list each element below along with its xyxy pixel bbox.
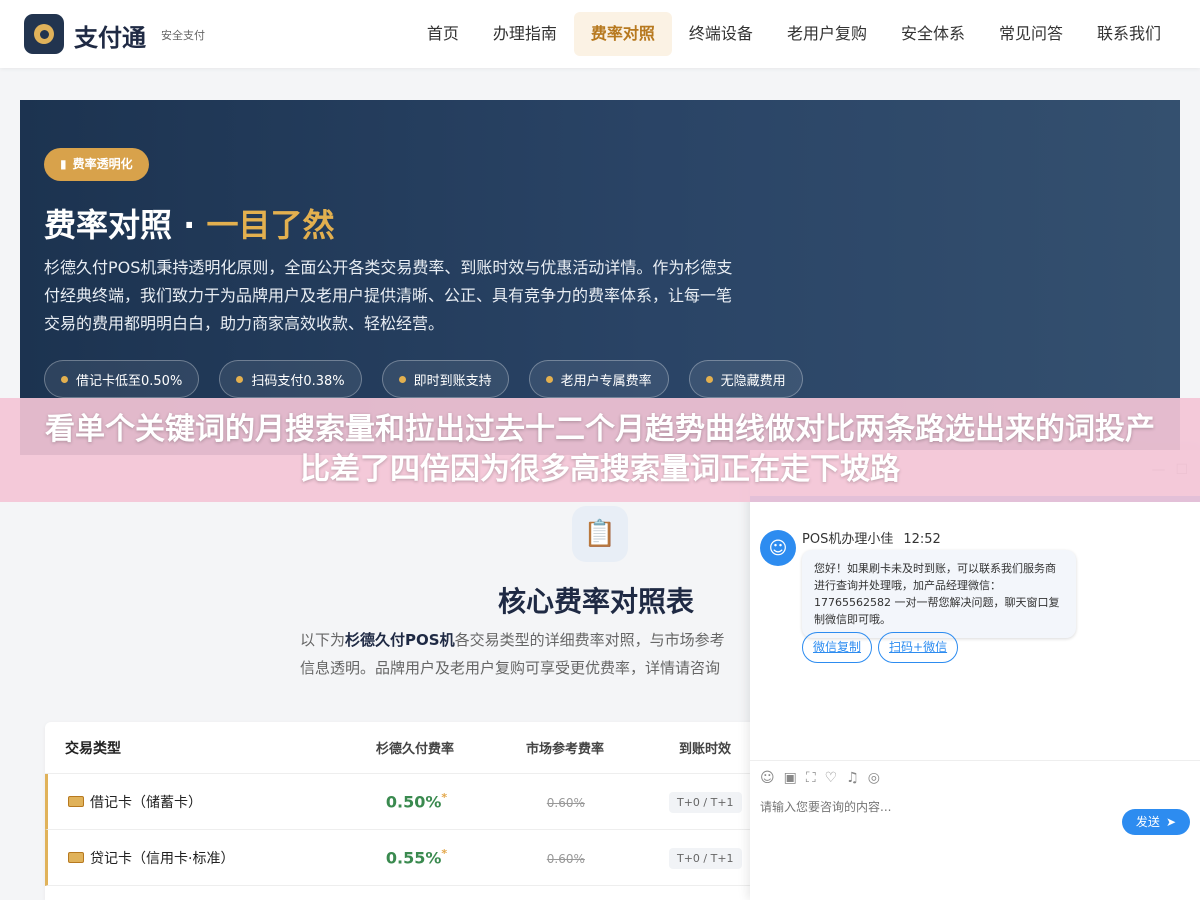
feature-pill[interactable]: 扫码支付0.38% [219, 360, 362, 398]
logo-icon[interactable] [24, 14, 64, 54]
row-settle: T+0 / T+1 [646, 791, 765, 813]
dot-icon [61, 375, 68, 383]
feature-pill[interactable]: 老用户专属费率 [528, 360, 669, 398]
row-rate: 0.50%* [347, 791, 486, 811]
pill-label: 无隐藏费用 [720, 373, 786, 389]
clipboard-icon: 📋 [572, 506, 628, 562]
main-nav: 首页 办理指南 费率对照 终端设备 老用户复购 安全体系 常见问答 联系我们 [410, 12, 1178, 56]
hero-title-accent: 一目了然 [206, 206, 335, 244]
market-value: 0.60% [546, 852, 585, 866]
row-settle: T+0 / T+1 [646, 847, 765, 869]
chat-toolbar: ☺ ▣ ⛶ ♡ ♫ ◎ [760, 770, 880, 786]
rate-table: 交易类型 杉德久付费率 市场参考费率 到账时效 借记卡（储蓄卡） 0.50%* … [45, 722, 765, 900]
dot-icon [236, 375, 244, 383]
chart-icon: ▮ [60, 157, 67, 171]
pill-label: 老用户专属费率 [560, 373, 652, 389]
image-icon[interactable]: ▣ [784, 770, 797, 786]
nav-item-home[interactable]: 首页 [410, 12, 476, 56]
hero-badge-label: 费率透明化 [72, 157, 133, 171]
feature-pill[interactable]: 即时到账支持 [381, 360, 509, 398]
settle-badge: T+0 / T+1 [668, 791, 742, 813]
hero-title: 费率对照 · 一目了然 [44, 200, 334, 246]
card-icon [68, 852, 84, 863]
row-type: 借记卡（储蓄卡） [48, 792, 347, 812]
nav-item-rates[interactable]: 费率对照 [573, 12, 672, 56]
table-row: 贷记卡（信用卡·标准） 0.55%* 0.60% T+0 / T+1 [45, 830, 765, 886]
type-label: 贷记卡（信用卡·标准） [90, 850, 235, 867]
hero-badge: ▮ 费率透明化 [44, 148, 149, 181]
col-settle: 到账时效 [678, 742, 731, 757]
settle-badge: T+0 / T+1 [668, 847, 742, 869]
quick-replies: 微信复制 扫码+微信 [802, 632, 959, 663]
dot-icon [545, 375, 553, 383]
desc-line1: 各交易类型的详细费率对照，与市场参考 [454, 631, 725, 649]
pill-label: 即时到账支持 [413, 373, 492, 389]
nav-item-devices[interactable]: 终端设备 [672, 12, 770, 56]
agent-avatar: ☺ [760, 530, 796, 566]
rate-value: 0.50% [385, 792, 442, 812]
rate-value: 0.55% [385, 848, 442, 868]
col-type: 交易类型 [65, 740, 121, 757]
type-label: 借记卡（储蓄卡） [90, 794, 202, 811]
col-market: 市场参考费率 [525, 742, 604, 757]
row-type: 贷记卡（信用卡·标准） [48, 848, 347, 868]
desc-line2: 信息透明。品牌用户及老用户复购可享受更优费率，详情请咨询 [300, 659, 721, 677]
hero-title-main: 费率对照 · [44, 206, 207, 244]
hero-description: 杉德久付POS机秉持透明化原则，全面公开各类交易费率、到账时效与优惠活动详情。作… [44, 258, 733, 333]
col-rate: 杉德久付费率 [375, 742, 454, 757]
nav-item-guide[interactable]: 办理指南 [476, 12, 574, 56]
brand-tagline: 安全支付 [161, 29, 205, 42]
brand-name[interactable]: 支付通 [74, 18, 146, 53]
dot-icon [398, 375, 406, 383]
agent-name: POS机办理小佳 [802, 532, 894, 547]
feature-pills: 借记卡低至0.50% 扫码支付0.38% 即时到账支持 老用户专属费率 无隐藏费… [44, 360, 803, 398]
chat-widget: — ☐ ☺ POS机办理小佳12:52 您好！如果刷卡未及时到账，可以联系我们服… [750, 450, 1200, 900]
pill-label: 借记卡低至0.50% [76, 373, 183, 389]
feature-pill[interactable]: 借记卡低至0.50% [44, 360, 200, 398]
divider [750, 760, 1200, 761]
send-label: 发送 [1135, 815, 1160, 829]
row-market: 0.60% [486, 792, 645, 811]
nav-item-security[interactable]: 安全体系 [884, 12, 982, 56]
send-button[interactable]: 发送 ➤ [1121, 809, 1190, 835]
section-title: 核心费率对照表 [498, 585, 695, 618]
sound-icon[interactable]: ♫ [846, 770, 859, 786]
desc-brand: 杉德久付POS机 [345, 631, 455, 649]
agent-meta: POS机办理小佳 12:52 [802, 528, 941, 547]
table-header: 交易类型 杉德久付费率 市场参考费率 到账时效 [45, 722, 765, 774]
market-value: 0.60% [546, 796, 585, 810]
message-time: 12:52 [903, 532, 941, 547]
desc-prefix: 以下为 [300, 631, 346, 649]
copy-wechat-button[interactable]: 微信复制 [802, 632, 873, 663]
nav-item-repurchase[interactable]: 老用户复购 [770, 12, 884, 56]
scan-wechat-button[interactable]: 扫码+微信 [878, 632, 959, 663]
dot-icon [705, 375, 713, 383]
send-icon: ➤ [1165, 815, 1176, 829]
emoji-icon[interactable]: ☺ [760, 770, 775, 786]
rate-mark: * [441, 791, 448, 805]
rating-icon[interactable]: ♡ [825, 770, 838, 786]
wechat-icon[interactable]: ◎ [868, 770, 880, 786]
screenshot-icon[interactable]: ⛶ [806, 770, 816, 786]
section-description: 以下为杉德久付POS机各交易类型的详细费率对照，与市场参考 信息透明。品牌用户及… [300, 626, 760, 682]
nav-item-faq[interactable]: 常见问答 [982, 12, 1080, 56]
pill-label: 扫码支付0.38% [251, 373, 345, 389]
caption-text: 看单个关键词的月搜索量和拉出过去十二个月趋势曲线做对比两条路选出来的词投产比差了… [45, 412, 1155, 487]
rate-mark: * [441, 847, 448, 861]
row-rate: 0.55%* [347, 847, 486, 867]
message-bubble: 您好！如果刷卡未及时到账，可以联系我们服务商进行查询并处理哦，加产品经理微信：1… [802, 550, 1076, 638]
feature-pill[interactable]: 无隐藏费用 [688, 360, 803, 398]
caption-overlay: 看单个关键词的月搜索量和拉出过去十二个月趋势曲线做对比两条路选出来的词投产比差了… [0, 398, 1200, 502]
chat-input[interactable] [760, 800, 1100, 814]
chat-messages: ☺ POS机办理小佳 12:52 您好！如果刷卡未及时到账，可以联系我们服务商进行… [750, 502, 1200, 752]
site-header: 支付通 安全支付 首页 办理指南 费率对照 终端设备 老用户复购 安全体系 常见… [0, 0, 1200, 68]
card-icon [68, 796, 84, 807]
nav-item-contact[interactable]: 联系我们 [1080, 12, 1178, 56]
table-row: 借记卡（储蓄卡） 0.50%* 0.60% T+0 / T+1 [45, 774, 765, 830]
row-market: 0.60% [486, 848, 645, 867]
